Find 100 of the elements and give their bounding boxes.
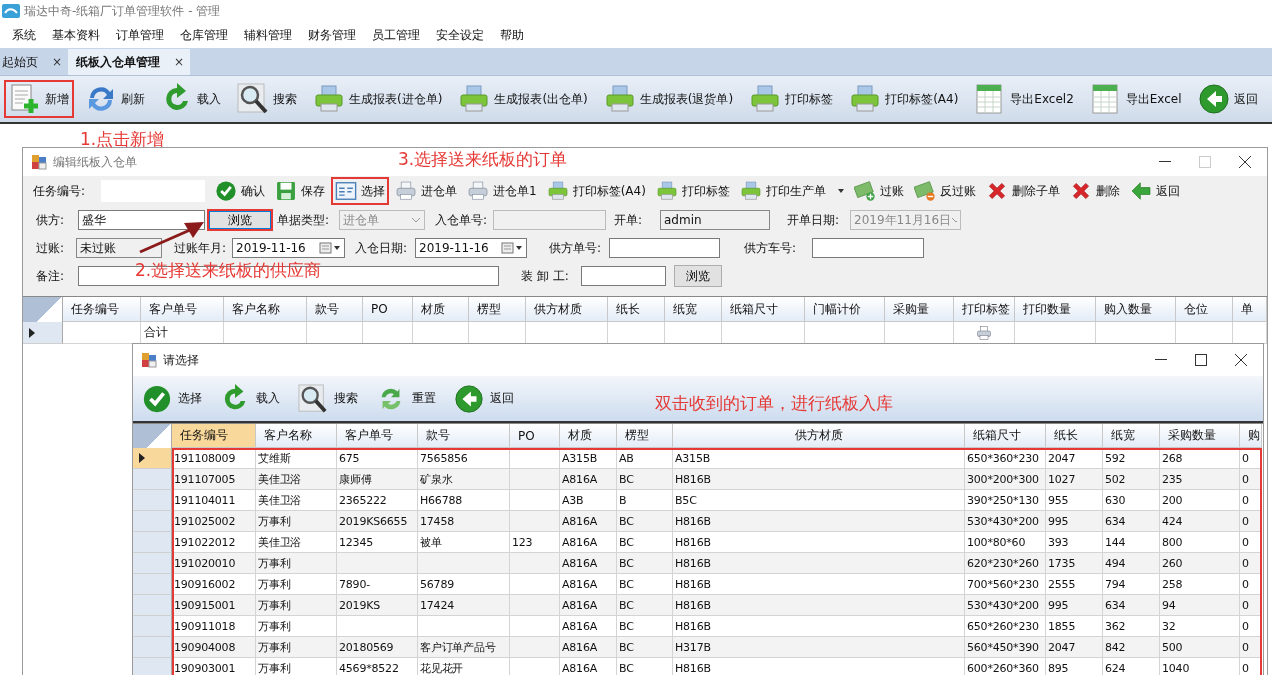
toolbar-button[interactable]: 生成报表(进仓单) (308, 80, 448, 118)
toolbar-button[interactable]: 选择 (331, 177, 389, 205)
printer-icon[interactable] (976, 324, 992, 341)
browse-button[interactable]: 浏览 (674, 265, 722, 287)
input-field[interactable] (812, 238, 924, 258)
toolbar-button[interactable]: 载入 (156, 80, 226, 118)
toolbar-button[interactable]: 打印标签(A4) (542, 177, 650, 205)
table-cell (510, 511, 560, 532)
menu-item[interactable]: 财务管理 (300, 26, 364, 44)
toolbar-button[interactable]: 生成报表(出仓单) (453, 80, 593, 118)
toolbar-button[interactable]: 返回 (449, 380, 519, 417)
browse-button[interactable]: 浏览 (207, 209, 273, 231)
column-header[interactable]: 楞型 (617, 424, 673, 448)
column-header[interactable]: 客户名称 (224, 297, 307, 322)
input-field[interactable] (581, 266, 666, 286)
date-field[interactable]: 2019-11-16 (415, 238, 527, 258)
column-header[interactable]: 楞型 (469, 297, 526, 322)
toolbar-button[interactable]: 生成报表(退货单) (598, 80, 739, 118)
toolbar-button[interactable]: 搜索 (293, 380, 363, 417)
toolbar-button[interactable]: 搜索 (232, 80, 302, 118)
column-header[interactable]: 客户名称 (256, 424, 337, 448)
table-cell: 190903001 (172, 658, 256, 675)
toolbar-button[interactable]: 删除子单 (981, 177, 1064, 205)
row-header[interactable] (133, 448, 172, 469)
column-header[interactable]: 采购数量 (1160, 424, 1240, 448)
column-header[interactable]: 客户单号 (141, 297, 224, 322)
column-header[interactable]: 打印标签 (954, 297, 1015, 322)
table-cell: 600*260*360 (965, 658, 1046, 675)
input-field[interactable] (609, 238, 720, 258)
menu-item[interactable]: 帮助 (492, 26, 532, 44)
column-header[interactable]: 门幅计价 (805, 297, 885, 322)
column-header[interactable]: 采购量 (885, 297, 954, 322)
toolbar-button[interactable]: 打印标签 (744, 80, 839, 118)
column-header[interactable]: 材质 (560, 424, 617, 448)
menu-item[interactable]: 员工管理 (364, 26, 428, 44)
table-cell: A816A (560, 511, 617, 532)
printer-icon (849, 83, 882, 115)
toolbar-button[interactable]: 新增 (4, 80, 74, 118)
column-header[interactable]: 纸宽 (665, 297, 722, 322)
toolbar-button[interactable]: 过账 (849, 177, 908, 205)
column-header[interactable]: 纸箱尺寸 (965, 424, 1046, 448)
column-header[interactable]: PO (510, 424, 560, 448)
search-icon (298, 383, 328, 414)
table-cell: 万事利 (256, 637, 337, 658)
column-header[interactable]: 单 (1233, 297, 1267, 322)
input-field[interactable]: 盛华 (78, 210, 205, 230)
toolbar-button[interactable]: 导出Excel (1084, 80, 1187, 118)
toolbar-button[interactable]: 确认 (211, 177, 269, 205)
column-header[interactable]: 供方材质 (526, 297, 608, 322)
menu-item[interactable]: 基本资料 (44, 26, 108, 44)
column-header[interactable]: 款号 (418, 424, 510, 448)
column-header[interactable]: 任务编号 (172, 424, 256, 448)
minimize-icon[interactable] (1159, 161, 1171, 163)
tab[interactable]: 纸板入仓单管理 × (68, 49, 191, 75)
menu-item[interactable]: 系统 (4, 26, 44, 44)
toolbar-button[interactable]: 进仓单 (391, 177, 461, 205)
column-header[interactable]: PO (363, 297, 413, 322)
table-cell: 美佳卫浴 (256, 469, 337, 490)
column-header[interactable]: 纸箱尺寸 (722, 297, 805, 322)
column-header[interactable]: 购入数量 (1096, 297, 1176, 322)
toolbar-button[interactable]: 返回 (1192, 80, 1263, 118)
toolbar-button[interactable]: 打印标签(A4) (844, 80, 964, 118)
annotation-text: 1.点击新增 (80, 128, 165, 151)
toolbar-button[interactable]: 返回 (1125, 177, 1184, 205)
toolbar-button[interactable]: 进仓单1 (463, 177, 541, 205)
toolbar-button[interactable]: 打印标签 (651, 177, 734, 205)
date-field[interactable]: 2019-11-16 (232, 238, 345, 258)
table-cell: 0 (1240, 595, 1262, 616)
toolbar-button[interactable]: 重置 (371, 380, 441, 417)
toolbar-button[interactable]: 反过账 (909, 177, 980, 205)
toolbar-button[interactable]: 导出Excel2 (969, 80, 1079, 118)
tab-close-button[interactable]: × (52, 55, 63, 69)
column-header[interactable]: 打印数量 (1015, 297, 1096, 322)
column-header[interactable]: 材质 (413, 297, 469, 322)
menu-item[interactable]: 订单管理 (108, 26, 172, 44)
menu-item[interactable]: 仓库管理 (172, 26, 236, 44)
column-header[interactable]: 仓位 (1176, 297, 1233, 322)
column-header[interactable]: 购 (1240, 424, 1262, 448)
toolbar-button[interactable]: 载入 (215, 380, 285, 417)
checkmark-icon (215, 180, 237, 202)
column-header[interactable]: 纸长 (608, 297, 665, 322)
toolbar-button[interactable]: 选择 (137, 380, 207, 417)
toolbar-button[interactable]: 打印生产单 (735, 177, 848, 205)
close-icon[interactable] (1235, 354, 1247, 366)
column-header[interactable]: 任务编号 (63, 297, 141, 322)
toolbar-button[interactable]: 刷新 (80, 80, 150, 118)
column-header[interactable]: 纸长 (1046, 424, 1103, 448)
tab-close-button[interactable]: × (174, 55, 185, 69)
minimize-icon[interactable] (1155, 359, 1167, 361)
row-header[interactable] (23, 322, 63, 344)
column-header[interactable]: 客户单号 (337, 424, 418, 448)
column-header[interactable]: 供方材质 (673, 424, 965, 448)
toolbar-button[interactable]: 删除 (1065, 177, 1124, 205)
column-header[interactable]: 纸宽 (1103, 424, 1160, 448)
menu-item[interactable]: 安全设定 (428, 26, 492, 44)
menu-item[interactable]: 辅料管理 (236, 26, 300, 44)
maximize-icon[interactable] (1195, 354, 1207, 366)
close-icon[interactable] (1239, 156, 1251, 168)
column-header[interactable]: 款号 (307, 297, 363, 322)
toolbar-button[interactable]: 保存 (271, 177, 329, 205)
